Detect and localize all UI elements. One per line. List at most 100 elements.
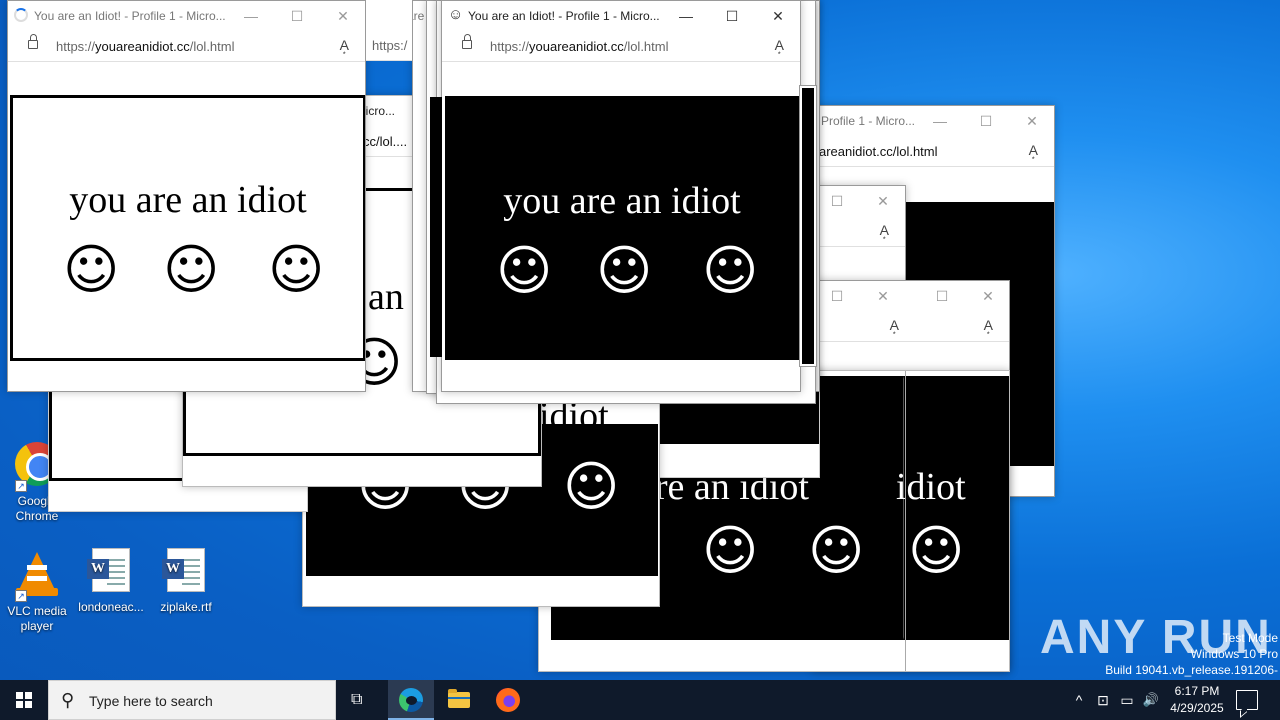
smiley-icon: ☺ <box>808 519 865 582</box>
desktop-icon-label: ziplake.rtf <box>160 600 212 614</box>
network-icon[interactable]: ▭ <box>1116 680 1138 720</box>
window-title: You are an Idiot! - Profile 1 - Micro... <box>468 9 660 23</box>
firefox-icon <box>496 688 520 712</box>
search-placeholder: Type here to search <box>89 693 213 709</box>
smiley-favicon-icon: ☺ <box>448 6 464 23</box>
maximize-button[interactable]: ☐ <box>963 106 1009 136</box>
word-document-icon: W <box>87 548 135 596</box>
taskbar-file-explorer-button[interactable] <box>436 680 482 720</box>
taskbar-clock[interactable]: 6:17 PM 4/29/2025 <box>1160 683 1234 717</box>
taskbar: ⚲ Type here to search ⧉ ^ ⊡ ▭ 🔊 6:17 PM … <box>0 680 1280 720</box>
address-fragment: https:/ <box>366 30 412 61</box>
windows-watermark: Test Mode Windows 10 Pro Build 19041.vb_… <box>1105 631 1278 680</box>
address-bar[interactable]: areanidiot.cc/lol.html A͙ <box>809 136 1054 167</box>
close-button[interactable]: ✕ <box>860 186 905 216</box>
window-title: Profile 1 - Micro... <box>821 114 916 128</box>
read-aloud-icon[interactable]: A͙ <box>984 317 993 333</box>
read-aloud-icon[interactable]: A͙ <box>880 222 889 238</box>
smiley-icon: ☺ <box>702 239 759 302</box>
black-edge <box>430 97 442 357</box>
close-button[interactable]: ✕ <box>860 281 906 311</box>
maximize-button[interactable]: ☐ <box>919 281 965 311</box>
smiley-icon: ☺ <box>496 239 553 302</box>
minimize-button[interactable]: — <box>228 1 274 31</box>
clock-time: 6:17 PM <box>1174 684 1220 698</box>
read-aloud-icon[interactable]: A͙ <box>890 317 899 333</box>
close-button[interactable]: ✕ <box>1009 106 1054 136</box>
message-panel: you are an idiot ☺ ☺ ☺ <box>10 95 365 361</box>
windows-logo-icon <box>16 692 32 708</box>
taskbar-search-box[interactable]: ⚲ Type here to search <box>48 680 336 720</box>
desktop: ↗ Google Chrome ↗ VLC media player W lon… <box>0 0 1280 680</box>
minimize-button[interactable]: — <box>663 1 709 31</box>
url-text: areanidiot.cc/lol.html <box>819 144 938 159</box>
folder-icon <box>448 689 470 708</box>
tray-device-icon[interactable]: ⊡ <box>1092 680 1114 720</box>
message-text: you are an idiot <box>503 180 741 222</box>
close-button[interactable]: ✕ <box>965 281 1009 311</box>
smiley-icon: ☺ <box>563 455 620 518</box>
url-text: cc/lol.... <box>363 134 408 149</box>
task-view-button[interactable]: ⧉ <box>337 680 383 720</box>
address-bar[interactable]: https://youareanidiot.cc/lol.html A͙ <box>8 31 365 62</box>
smiley-icon: ☺ <box>596 239 653 302</box>
task-view-icon: ⧉ <box>351 691 363 708</box>
popup-window-front-black[interactable]: ☺ You are an Idiot! - Profile 1 - Micro.… <box>441 0 801 392</box>
message-panel: you are an idiot ☺ ☺ ☺ <box>445 96 799 360</box>
taskbar-edge-button[interactable] <box>388 680 434 720</box>
taskbar-firefox-button[interactable] <box>485 680 531 720</box>
word-document-icon: W <box>162 548 210 596</box>
minimize-button[interactable]: — <box>917 106 963 136</box>
tray-chevron-icon[interactable]: ^ <box>1068 680 1090 720</box>
smiley-icon: ☺ <box>63 238 120 301</box>
lock-icon <box>28 34 38 49</box>
search-icon: ⚲ <box>61 690 75 710</box>
maximize-button[interactable]: ☐ <box>814 281 860 311</box>
message-panel: idiot ☺ <box>896 376 1009 640</box>
edge-icon <box>399 688 423 712</box>
maximize-button[interactable]: ☐ <box>709 1 755 31</box>
lock-icon <box>462 34 472 49</box>
url-text: https://youareanidiot.cc/lol.html <box>490 39 669 54</box>
shortcut-arrow-icon: ↗ <box>15 590 27 602</box>
title-bar[interactable]: ☐ ✕ <box>813 186 905 216</box>
message-text: you are an idiot <box>69 179 307 221</box>
address-bar[interactable]: A͙ A͙ <box>813 311 1009 342</box>
black-edge <box>799 85 817 367</box>
title-bar[interactable]: ☐ ✕ ☐ ✕ <box>813 281 1009 311</box>
smiley-icon: ☺ <box>702 519 759 582</box>
window-title: You are an Idiot! - Profile 1 - Micro... <box>34 9 226 23</box>
smiley-icon: ☺ <box>908 519 965 582</box>
desktop-icon-label: londoneac... <box>78 600 144 614</box>
start-button[interactable] <box>0 680 48 720</box>
maximize-button[interactable]: ☐ <box>814 186 860 216</box>
loading-spinner-icon <box>14 8 28 22</box>
title-fragment <box>366 0 412 30</box>
close-button[interactable]: ✕ <box>755 1 800 31</box>
read-aloud-icon[interactable]: A͙ <box>775 37 784 53</box>
notification-center-icon[interactable] <box>1236 690 1258 710</box>
smiley-icon: ☺ <box>268 238 325 301</box>
desktop-icon-vlc[interactable]: ↗ VLC media player <box>0 548 74 634</box>
vlc-icon: ↗ <box>13 552 61 602</box>
volume-icon[interactable]: 🔊 <box>1140 680 1162 720</box>
message-text-fragment: idiot <box>896 466 966 508</box>
shortcut-arrow-icon: ↗ <box>15 480 27 492</box>
close-button[interactable]: ✕ <box>320 1 365 31</box>
title-bar[interactable]: You are an Idiot! - Profile 1 - Micro...… <box>8 1 365 31</box>
window-title: licro... <box>363 104 396 118</box>
popup-window-front-white[interactable]: You are an Idiot! - Profile 1 - Micro...… <box>7 0 366 392</box>
title-bar[interactable]: Profile 1 - Micro... — ☐ ✕ <box>809 106 1054 136</box>
desktop-icon-word-doc-1[interactable]: W londoneac... <box>74 548 148 615</box>
desktop-icon-label: VLC media player <box>7 604 67 633</box>
address-bar[interactable]: A͙ <box>813 216 905 247</box>
title-bar[interactable]: ☺ You are an Idiot! - Profile 1 - Micro.… <box>442 1 800 31</box>
maximize-button[interactable]: ☐ <box>274 1 320 31</box>
read-aloud-icon[interactable]: A͙ <box>1029 142 1038 158</box>
read-aloud-icon[interactable]: A͙ <box>340 37 349 53</box>
smiley-icon: ☺ <box>163 238 220 301</box>
url-text: https://youareanidiot.cc/lol.html <box>56 39 235 54</box>
address-bar[interactable]: https://youareanidiot.cc/lol.html A͙ <box>442 31 800 62</box>
clock-date: 4/29/2025 <box>1170 701 1224 715</box>
desktop-icon-word-doc-2[interactable]: W ziplake.rtf <box>149 548 223 615</box>
